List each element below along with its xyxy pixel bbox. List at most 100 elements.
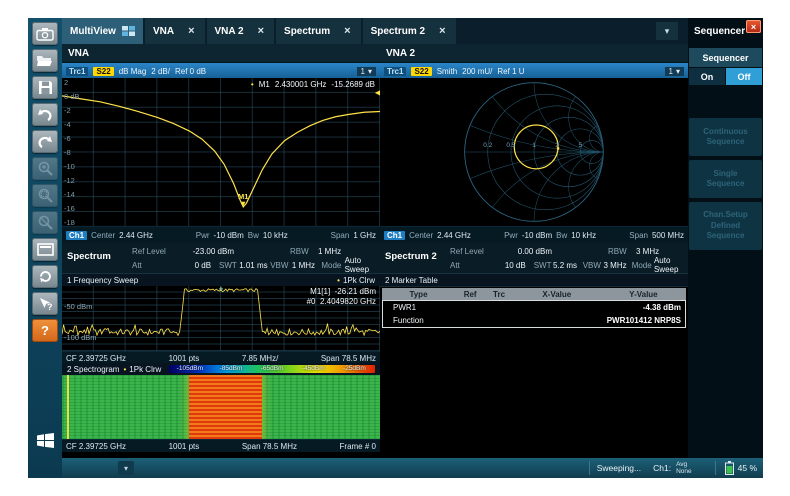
help-pointer-icon[interactable]: ? <box>32 292 58 315</box>
window-select[interactable]: 1 ▾ <box>357 67 376 76</box>
chevron-down-icon: ▾ <box>665 26 670 37</box>
vbw-value[interactable]: 3 MHz <box>603 261 631 270</box>
trace-dot-icon: • <box>337 276 340 285</box>
center-value[interactable]: 2.44 GHz <box>437 231 471 240</box>
window-select[interactable]: 1 ▾ <box>665 67 684 76</box>
att-value[interactable]: 0 dB <box>163 261 211 270</box>
zoom-selection-icon[interactable] <box>32 184 58 207</box>
swt-value[interactable]: 1.01 ms <box>239 261 270 270</box>
spectrum-channel-name[interactable]: Spectrum <box>67 251 129 262</box>
tab-multiview[interactable]: MultiView <box>62 18 143 44</box>
bw-value[interactable]: 10 kHz <box>263 231 288 240</box>
vna-trace-header[interactable]: Trc1 S22 dB Mag 2 dB/ Ref 0 dB 1 ▾ <box>62 63 380 79</box>
tab-spectrum2[interactable]: Spectrum 2 × <box>363 18 456 44</box>
smith-chart-graph[interactable]: 0.20.5125 <box>380 78 688 227</box>
sparam-chip[interactable]: S22 <box>93 67 113 76</box>
vna-y-tick-label: -2 <box>64 106 79 115</box>
spectrum2-channel-name[interactable]: Spectrum 2 <box>385 251 447 262</box>
trace-info[interactable]: • 1Pk Clrw <box>123 365 161 374</box>
zoom-in-icon[interactable] <box>32 157 58 180</box>
tab-spectrum2-close-icon[interactable]: × <box>437 25 447 37</box>
status-bar: ▾ Sweeping... Ch1: Avg None 45 % <box>62 458 763 478</box>
swt-value[interactable]: 5.2 ms <box>553 261 583 270</box>
tab-vna[interactable]: VNA × <box>145 18 205 44</box>
frequency-sweep-graph[interactable]: -50 dBm -100 dBm M1[1] -26.21 dBm #0 2.4… <box>62 286 380 351</box>
marker-bullet-icon: • <box>251 80 254 89</box>
marker-table-header: TypeRefTrcX-ValueY-Value <box>382 288 686 300</box>
vna-y-tick-label: -4 <box>64 120 79 129</box>
vna-m1-marker[interactable]: M1 ▼ <box>238 193 248 207</box>
rbw-value[interactable]: 1 MHz <box>318 247 341 256</box>
span-value[interactable]: Span 78.5 MHz <box>242 442 297 451</box>
bw-value[interactable]: 10 kHz <box>571 231 596 240</box>
open-file-folder-icon[interactable] <box>32 49 58 72</box>
cf-value[interactable]: CF 2.39725 GHz <box>66 442 126 451</box>
vna2-panel-title[interactable]: VNA 2 <box>380 44 688 63</box>
pwr-value[interactable]: -10 dBm <box>522 231 552 240</box>
sequencer-on-button[interactable]: On <box>689 68 725 85</box>
cf-value[interactable]: CF 2.39725 GHz <box>66 354 126 363</box>
windows-start-icon[interactable] <box>32 428 58 452</box>
undo-icon[interactable] <box>32 103 58 126</box>
redo-icon[interactable] <box>32 130 58 153</box>
span-value[interactable]: 500 MHz <box>652 231 684 240</box>
statusbar-expand-button[interactable]: ▾ <box>118 461 134 475</box>
ref-level-value[interactable]: -23.00 dBm <box>172 247 234 256</box>
help-icon[interactable]: ? <box>32 319 58 342</box>
tab-spectrum-close-icon[interactable]: × <box>342 25 352 37</box>
mode-value[interactable]: Auto Sweep <box>654 256 686 274</box>
channel-chip[interactable]: Ch1 <box>384 231 405 240</box>
mode-value[interactable]: Auto Sweep <box>345 256 378 274</box>
trace-name-chip[interactable]: Trc1 <box>384 67 406 76</box>
spectrum2-header: Spectrum 2 Ref Level 0.00 dBm RBW 3 MHz … <box>380 243 688 274</box>
screenshot-camera-icon[interactable] <box>32 22 58 45</box>
trace-name-chip[interactable]: Trc1 <box>66 67 88 76</box>
display-window-icon[interactable] <box>32 238 58 261</box>
tab-overflow-button[interactable]: ▾ <box>656 22 678 40</box>
trace-info[interactable]: • 1Pk Clrw <box>337 276 375 285</box>
battery-indicator: 45 % <box>725 461 757 475</box>
frame-value[interactable]: Frame # 0 <box>340 442 376 451</box>
marker-table-row[interactable]: PWR1-4.38 dBm <box>383 301 685 314</box>
rbw-value[interactable]: 3 MHz <box>636 247 659 256</box>
tab-vna2-close-icon[interactable]: × <box>256 25 266 37</box>
smith-chart: 0.20.5125 <box>461 79 607 225</box>
zoom-off-icon[interactable] <box>32 211 58 234</box>
channel-chip[interactable]: Ch1 <box>66 231 87 240</box>
sequencer-mode-button[interactable]: Single Sequence <box>689 160 762 198</box>
marker-y-value: -26.21 dBm <box>335 287 376 296</box>
spectrum-m1-marker-icon[interactable]: + <box>219 286 224 294</box>
sequencer-mode-button[interactable]: Continuous Sequence <box>689 118 762 156</box>
marker-table-window-title[interactable]: 2 Marker Table <box>380 274 688 287</box>
spectrum-panel: Spectrum Ref Level -23.00 dBm RBW 1 MHz … <box>62 243 380 458</box>
sidebar-close-button[interactable]: × <box>746 20 761 33</box>
vna2-trace-header[interactable]: Trc1 S22 Smith 200 mU/ Ref 1 U 1 ▾ <box>380 63 688 79</box>
vna-graph[interactable]: 20 dB-2-4-6-8-10-12-14-16-18 • M1 2.4300… <box>62 78 380 227</box>
vna2-footer: Ch1 Center 2.44 GHz Pwr -10 dBm Bw 10 kH… <box>380 226 688 243</box>
span-value[interactable]: Span 78.5 MHz <box>321 354 376 363</box>
att-value[interactable]: 10 dB <box>480 261 526 270</box>
att-label: Att <box>132 261 163 270</box>
multiview-grid-icon <box>122 26 135 36</box>
save-icon[interactable] <box>32 76 58 99</box>
tab-spectrum[interactable]: Spectrum × <box>276 18 361 44</box>
chevron-down-icon: ▾ <box>124 464 128 473</box>
tab-vna-close-icon[interactable]: × <box>186 25 196 37</box>
sequencer-off-button[interactable]: Off <box>726 68 762 85</box>
pwr-value[interactable]: -10 dBm <box>214 231 244 240</box>
vbw-value[interactable]: 1 MHz <box>292 261 321 270</box>
tab-vna2[interactable]: VNA 2 × <box>207 18 275 44</box>
marker-table-row[interactable]: FunctionPWR101412 NRP8S <box>383 314 685 327</box>
span-value[interactable]: 1 GHz <box>353 231 376 240</box>
spectrogram-graph[interactable] <box>62 375 380 439</box>
center-value[interactable]: 2.44 GHz <box>119 231 153 240</box>
sequencer-mode-button[interactable]: Chan.Setup Defined Sequence <box>689 202 762 250</box>
colorbar-tick-label: -105dBm <box>177 365 203 373</box>
sparam-chip[interactable]: S22 <box>411 67 431 76</box>
sequencer-label-text: Sequencer <box>702 53 748 63</box>
ref-level-value[interactable]: 0.00 dBm <box>490 247 552 256</box>
marker-table-body: PWR1-4.38 dBmFunctionPWR101412 NRP8S <box>382 300 686 328</box>
vna2-title-text: VNA 2 <box>386 48 415 59</box>
vna-panel-title[interactable]: VNA <box>62 44 380 63</box>
continuous-sweep-icon[interactable] <box>32 265 58 288</box>
